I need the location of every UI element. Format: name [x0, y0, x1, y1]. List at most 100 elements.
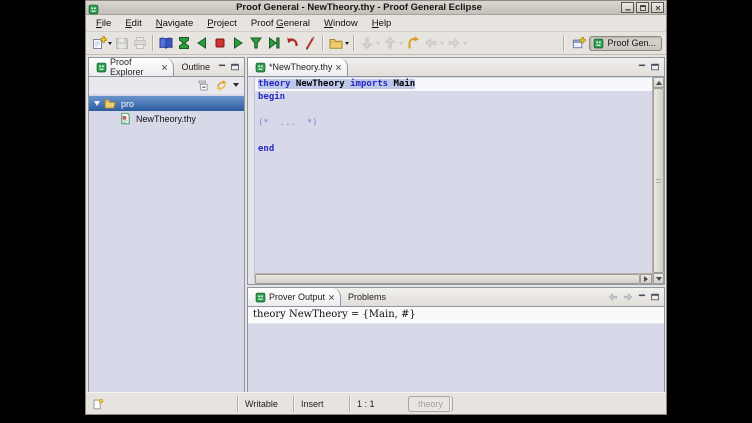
perspective-label: Proof Gen... — [607, 38, 656, 48]
restart-prover-button[interactable] — [175, 34, 193, 53]
process-to-end-button[interactable] — [265, 34, 283, 53]
perspective-bar: Proof Gen... — [560, 35, 662, 51]
menu-edit[interactable]: Edit — [118, 16, 148, 31]
window-close-button[interactable] — [651, 2, 664, 13]
minimize-panel-icon[interactable] — [637, 292, 647, 302]
tree-item-pro[interactable]: pro — [89, 96, 244, 111]
step-back-icon — [194, 35, 210, 51]
theory-status-button[interactable]: theory — [408, 396, 453, 412]
scroll-right-icon[interactable] — [640, 274, 652, 284]
tab-problems[interactable]: Problems — [341, 288, 393, 306]
minimize-panel-icon[interactable] — [217, 62, 227, 72]
status-bar: Writable Insert 1 : 1 theory — [86, 392, 666, 414]
fast-view-icon[interactable] — [91, 393, 105, 415]
prover-output-line: theory NewTheory = {Main, #} — [248, 307, 664, 324]
proof-general-window: Proof General - NewTheory.thy - Proof Ge… — [85, 0, 667, 415]
activate-scripting-button[interactable] — [301, 34, 319, 53]
status-writable: Writable — [245, 393, 278, 415]
scroll-down-icon[interactable] — [653, 273, 664, 284]
app-icon — [88, 2, 99, 13]
editor-line: (* ... *) — [255, 117, 652, 130]
pen-icon — [302, 35, 318, 51]
prover-tab-bar: Prover Output Problems — [248, 288, 664, 307]
editor-horizontal-scrollbar[interactable] — [255, 273, 652, 284]
pg-icon — [255, 292, 266, 303]
menu-file[interactable]: File — [89, 16, 118, 31]
menu-proof-general[interactable]: Proof General — [244, 16, 317, 31]
proof-explorer-panel: Proof Explorer Outline proNewTheory.thy — [88, 57, 245, 393]
title-bar[interactable]: Proof General - NewTheory.thy - Proof Ge… — [86, 1, 666, 15]
open-perspective-icon[interactable] — [571, 36, 586, 51]
tab-proof-explorer[interactable]: Proof Explorer — [89, 58, 174, 76]
menu-help[interactable]: Help — [365, 16, 399, 31]
output-back-icon[interactable] — [607, 291, 619, 303]
menu-window[interactable]: Window — [317, 16, 365, 31]
editor-panel: *NewTheory.thy theory NewTheory imports … — [247, 57, 665, 285]
close-tab-icon[interactable] — [328, 294, 335, 301]
toolbar-separator — [322, 35, 324, 51]
process-next-step-button[interactable] — [229, 34, 247, 53]
retract-button[interactable] — [283, 34, 301, 53]
next-annotation-button — [358, 34, 381, 53]
editor-panel-controls — [637, 58, 664, 76]
window-maximize-button[interactable] — [636, 2, 649, 13]
new-wizard-button[interactable] — [90, 34, 113, 53]
back-history-button — [422, 34, 445, 53]
editor-line: theory NewTheory imports Main — [255, 78, 652, 91]
advance-icon — [248, 35, 264, 51]
maximize-panel-icon[interactable] — [650, 62, 660, 72]
status-separator — [349, 396, 350, 412]
tab-newtheory-thy[interactable]: *NewTheory.thy — [248, 58, 348, 76]
expand-arrow-icon[interactable] — [94, 101, 100, 106]
chevron-down-icon — [399, 42, 403, 45]
open-proof-script-button[interactable] — [157, 34, 175, 53]
output-forward-icon[interactable] — [622, 291, 634, 303]
print-icon — [132, 35, 148, 51]
editor-tabs: *NewTheory.thy — [248, 58, 348, 76]
pg-icon — [255, 62, 266, 73]
link-with-editor-icon[interactable] — [215, 79, 228, 92]
view-menu-icon[interactable] — [233, 83, 239, 87]
maximize-panel-icon[interactable] — [650, 292, 660, 302]
tree-item-newtheory-thy[interactable]: NewTheory.thy — [89, 111, 244, 126]
vertical-scroll-thumb[interactable] — [653, 88, 664, 273]
advance-to-cursor-button[interactable] — [247, 34, 265, 53]
editor-line — [255, 130, 652, 143]
main-toolbar: Proof Gen... — [86, 32, 666, 55]
proof-general-perspective-button[interactable]: Proof Gen... — [589, 36, 662, 51]
tab-label: Proof Explorer — [110, 57, 158, 77]
status-insert-mode: Insert — [301, 393, 324, 415]
prover-tabs: Prover Output Problems — [248, 288, 393, 306]
menu-navigate[interactable]: Navigate — [149, 16, 201, 31]
editor-line — [255, 104, 652, 117]
status-separator — [449, 396, 450, 412]
close-tab-icon[interactable] — [335, 64, 342, 71]
window-minimize-button[interactable] — [621, 2, 634, 13]
save-button — [113, 34, 131, 53]
open-folder-button[interactable] — [327, 34, 350, 53]
tab-label: Problems — [348, 292, 386, 302]
editor-text-area[interactable]: theory NewTheory imports Mainbegin(* ...… — [255, 77, 652, 273]
toolbar-groups — [90, 34, 468, 53]
collapse-all-icon[interactable] — [197, 79, 210, 92]
tab-label: *NewTheory.thy — [269, 62, 332, 72]
save-icon — [114, 35, 130, 51]
desktop-background: Proof General - NewTheory.thy - Proof Ge… — [0, 0, 752, 423]
interrupt-prover-button[interactable] — [211, 34, 229, 53]
undo-step-button[interactable] — [193, 34, 211, 53]
horizontal-scroll-thumb[interactable] — [255, 274, 640, 284]
tab-label: Prover Output — [269, 292, 325, 302]
scroll-up-icon[interactable] — [653, 77, 664, 88]
editor-body: theory NewTheory imports Mainbegin(* ...… — [248, 77, 664, 284]
last-edit-location-button[interactable] — [404, 34, 422, 53]
close-tab-icon[interactable] — [161, 64, 168, 71]
maximize-panel-icon[interactable] — [230, 62, 240, 72]
new-wizard-icon — [91, 35, 107, 51]
tab-outline[interactable]: Outline — [174, 58, 217, 76]
menu-project[interactable]: Project — [200, 16, 244, 31]
tab-prover-output[interactable]: Prover Output — [248, 288, 341, 306]
editor-vertical-scrollbar[interactable] — [652, 77, 664, 284]
minimize-panel-icon[interactable] — [637, 62, 647, 72]
editor-line: end — [255, 143, 652, 156]
status-separator — [237, 396, 238, 412]
